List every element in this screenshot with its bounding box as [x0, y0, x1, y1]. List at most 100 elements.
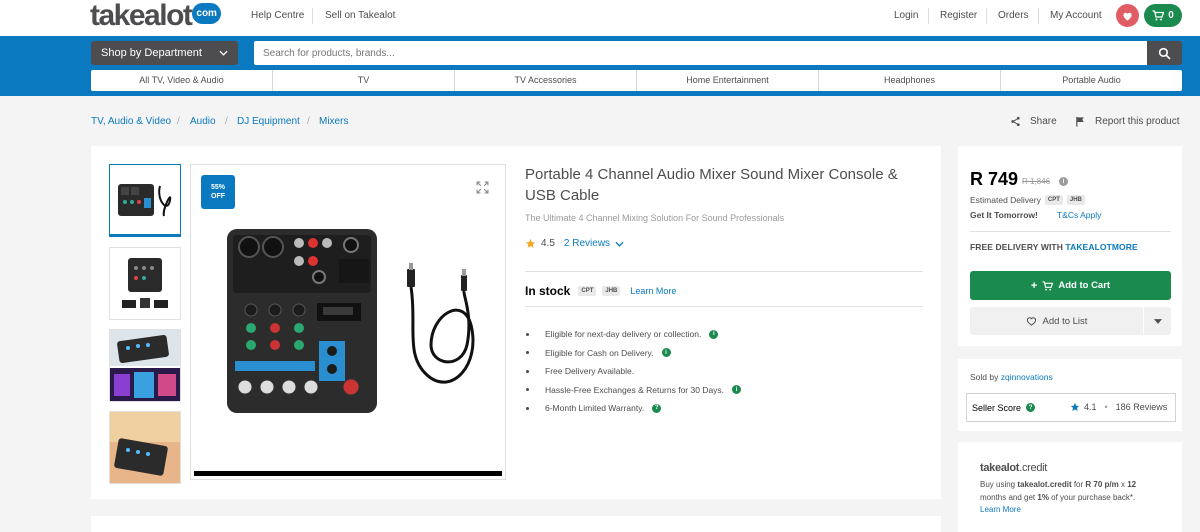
breadcrumb-item[interactable]: Audio [190, 116, 216, 127]
shop-by-department-dropdown[interactable]: Shop by Department [91, 41, 238, 65]
my-account-link[interactable]: My Account [1050, 10, 1102, 21]
credit-learn-more-link[interactable]: Learn More [980, 505, 1021, 514]
share-icon [1011, 116, 1020, 127]
stock-learn-more-link[interactable]: Learn More [630, 286, 676, 296]
current-price: R 749 [970, 169, 1019, 189]
rating-value: 4.5 [541, 238, 555, 249]
product-thumbnail[interactable] [109, 329, 181, 402]
shop-by-department-label: Shop by Department [101, 47, 202, 59]
image-scroll-bar [194, 471, 502, 476]
warehouse-pill: CPT [578, 286, 597, 296]
bullet-dot [526, 332, 529, 336]
credit-logo-text: takealot [980, 462, 1020, 474]
benefit-text: Eligible for next-day delivery or collec… [545, 329, 702, 340]
breadcrumb-separator: / [225, 116, 228, 127]
report-product-button[interactable]: Report this product [1075, 116, 1180, 127]
takealot-logo[interactable]: takealot com [90, 0, 221, 32]
benefit-item: Eligible for next-day delivery or collec… [525, 325, 741, 344]
tcs-apply-link[interactable]: T&Cs Apply [1057, 210, 1101, 220]
category-tv[interactable]: TV [273, 70, 455, 91]
product-thumbnail[interactable] [109, 247, 181, 320]
add-to-list-button[interactable]: Add to List [970, 307, 1143, 335]
discount-off: OFF [211, 193, 225, 200]
benefit-text: Eligible for Cash on Delivery. [545, 347, 654, 358]
chevron-down-icon[interactable] [615, 241, 624, 247]
breadcrumb-item[interactable]: Mixers [319, 116, 348, 127]
breadcrumb-separator: / [307, 116, 310, 127]
add-to-list-dropdown[interactable] [1144, 307, 1171, 335]
reviews-link[interactable]: 2 Reviews [564, 238, 610, 249]
breadcrumb-separator: / [177, 116, 180, 127]
seller-name-link[interactable]: zqinnovations [1001, 372, 1053, 382]
wishlist-button[interactable] [1116, 4, 1139, 27]
category-all-tv-video-audio[interactable]: All TV, Video & Audio [91, 70, 273, 91]
plus-icon: + [1030, 279, 1038, 292]
divider [986, 8, 987, 24]
discount-badge: 55% OFF [201, 175, 235, 209]
chevron-down-icon [219, 50, 228, 56]
dot-separator: • [1104, 402, 1108, 412]
product-title: Portable 4 Channel Audio Mixer Sound Mix… [525, 166, 898, 204]
sell-on-takealot-link[interactable]: Sell on Takealot [325, 10, 395, 21]
takealotmore-link[interactable]: TAKEALOTMORE [1065, 242, 1137, 252]
cart-icon [1152, 10, 1165, 21]
divider [312, 8, 313, 24]
estimated-delivery-label: Estimated Delivery [970, 195, 1041, 205]
logo-text: takealot [90, 0, 193, 32]
cart-button[interactable]: 0 [1144, 4, 1182, 27]
main-product-image[interactable] [190, 164, 506, 480]
expand-icon [476, 181, 489, 194]
divider [525, 306, 923, 307]
login-link[interactable]: Login [894, 10, 918, 21]
bullet-dot [526, 369, 529, 373]
warehouse-pill: JHB [1066, 195, 1085, 205]
add-to-cart-label: Add to Cart [1058, 280, 1111, 291]
mixer-thumbnail-image [110, 412, 180, 483]
divider [1038, 8, 1039, 24]
list-price: R 1,846 [1022, 177, 1051, 186]
breadcrumb-item[interactable]: DJ Equipment [237, 116, 300, 127]
help-icon[interactable]: ? [1026, 403, 1036, 412]
product-benefits-list: Eligible for next-day delivery or collec… [525, 325, 742, 418]
share-button[interactable]: Share [1010, 116, 1057, 127]
benefit-text: Hassle-Free Exchanges & Returns for 30 D… [545, 384, 725, 395]
benefit-text: Free Delivery Available. [545, 366, 635, 377]
benefit-item: 6-Month Limited Warranty.? [525, 399, 741, 418]
search-input[interactable] [254, 41, 1147, 65]
category-home-entertainment[interactable]: Home Entertainment [637, 70, 819, 91]
expand-image-button[interactable] [476, 181, 489, 197]
heart-icon [1026, 317, 1036, 326]
estimated-delivery: Estimated Delivery CPT JHB [970, 195, 1085, 205]
info-icon[interactable]: i [661, 348, 671, 358]
help-centre-link[interactable]: Help Centre [251, 10, 304, 21]
breadcrumb-item[interactable]: TV, Audio & Video [91, 116, 171, 127]
product-thumbnail[interactable] [109, 411, 181, 484]
stock-status: In stock CPT JHB Learn More [525, 284, 676, 298]
register-link[interactable]: Register [940, 10, 977, 21]
price-info-icon[interactable]: i [1059, 177, 1068, 186]
category-portable-audio[interactable]: Portable Audio [1001, 70, 1182, 91]
bullet-dot [526, 388, 529, 392]
flag-icon [1076, 116, 1084, 127]
mixer-thumbnail-image [110, 330, 180, 401]
takealot-credit-logo: takealot.credit [980, 462, 1047, 474]
info-icon[interactable]: i [732, 385, 742, 395]
product-thumbnail[interactable] [109, 164, 181, 237]
add-to-cart-button[interactable]: + Add to Cart [970, 271, 1171, 300]
category-headphones[interactable]: Headphones [819, 70, 1001, 91]
info-icon[interactable]: i [709, 329, 719, 339]
category-tv-accessories[interactable]: TV Accessories [455, 70, 637, 91]
benefit-item: Eligible for Cash on Delivery. i [525, 344, 741, 363]
report-label: Report this product [1095, 116, 1180, 127]
get-it-tomorrow: Get It Tomorrow! [970, 210, 1038, 220]
mixer-thumbnail-image [118, 183, 172, 216]
bullet-dot [526, 406, 529, 410]
search-button[interactable] [1147, 41, 1182, 65]
orders-link[interactable]: Orders [998, 10, 1029, 21]
in-stock-label: In stock [525, 284, 571, 298]
warehouse-pill: JHB [602, 286, 621, 296]
credit-logo-suffix: .credit [1019, 462, 1048, 474]
help-icon[interactable]: ? [652, 403, 662, 413]
seller-score-number: 4.1 [1084, 402, 1097, 412]
mixer-thumbnail-image [122, 257, 168, 308]
